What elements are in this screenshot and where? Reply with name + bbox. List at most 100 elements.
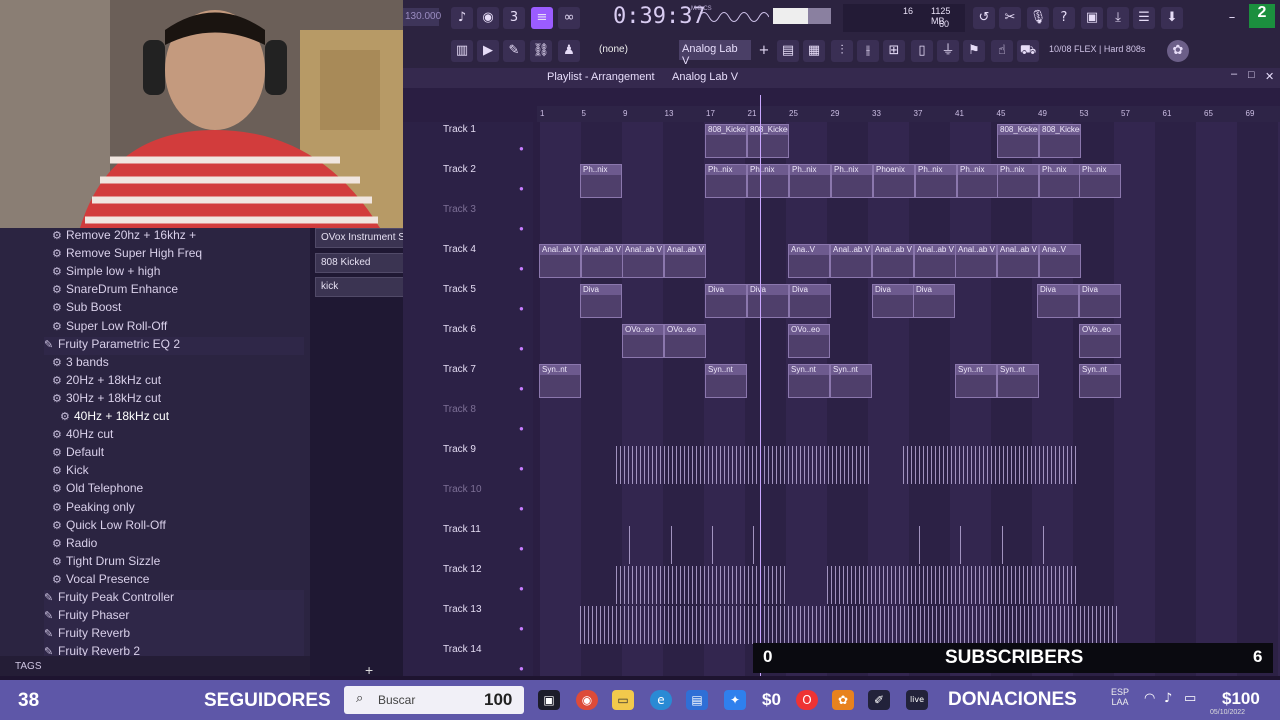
pattern-clip[interactable]: Ana..V (788, 244, 830, 278)
pattern-clip[interactable]: Syn..nt (705, 364, 747, 398)
audio-clip[interactable] (629, 526, 633, 564)
track-mute-icon[interactable]: ● (519, 504, 524, 513)
browser-preset-item[interactable]: ⚙ Super Low Roll-Off (52, 319, 302, 337)
browser-preset-item[interactable]: ⚙ Simple low + high (52, 264, 302, 282)
pattern-clip[interactable]: Anal..ab V (872, 244, 914, 278)
chrome-icon[interactable]: ◉ (576, 690, 598, 710)
audio-clip[interactable] (753, 526, 757, 564)
minimize-icon[interactable]: – (1231, 68, 1237, 80)
master-volume[interactable] (773, 8, 831, 24)
browser-preset-item[interactable]: ⚙ Vocal Presence (52, 572, 302, 590)
undo-icon[interactable]: ↺ (973, 7, 995, 29)
notification-badge[interactable]: 2 (1249, 4, 1275, 28)
pattern-clip[interactable]: 808_Kicked (1039, 124, 1081, 158)
tags-bar[interactable]: TAGS (0, 656, 310, 676)
pattern-clip[interactable]: Ph..nix (1039, 164, 1081, 198)
pattern-clip[interactable]: Anal..ab V (955, 244, 997, 278)
pattern-clip[interactable]: Phoenix (873, 164, 915, 198)
blend-notes-icon[interactable]: ≡ (531, 7, 553, 29)
minimize-icon[interactable]: – (1221, 7, 1243, 29)
browser-preset-item[interactable]: ⚙ Kick (52, 463, 302, 481)
browser-preset-item[interactable]: ⚙ Quick Low Roll-Off (52, 518, 302, 536)
track-mute-icon[interactable]: ● (519, 304, 524, 313)
close-icon[interactable]: ✕ (1265, 70, 1274, 83)
file-icon[interactable]: ▯ (911, 40, 933, 62)
edge-icon[interactable]: e (650, 690, 672, 710)
tempo-display[interactable]: 130.000 (403, 8, 441, 26)
pattern-selector[interactable]: (none) (599, 44, 628, 55)
audio-clip[interactable] (919, 526, 923, 564)
pattern-clip[interactable]: Ph..nix (831, 164, 873, 198)
live-icon[interactable]: live (906, 690, 928, 710)
track-mute-icon[interactable]: ● (519, 144, 524, 153)
browser-preset-item[interactable]: ⚙ Sub Boost (52, 300, 302, 318)
pattern-clip[interactable]: Ph..nix (747, 164, 789, 198)
piano-roll-icon[interactable]: ▥ (451, 40, 473, 62)
audio-clip[interactable] (616, 566, 788, 604)
pattern-clip[interactable]: Ph..nix (997, 164, 1039, 198)
track-mute-icon[interactable]: ● (519, 224, 524, 233)
track-header[interactable]: Track 2 ● (443, 164, 533, 204)
browser-preset-item[interactable]: ⚙ Old Telephone (52, 481, 302, 499)
pattern-clip[interactable]: Syn..nt (1079, 364, 1121, 398)
track-mute-icon[interactable]: ● (519, 384, 524, 393)
add-channel-icon[interactable]: + (365, 662, 373, 678)
pattern-clip[interactable]: Anal..ab V (581, 244, 623, 278)
record-icon[interactable]: ◉ (477, 7, 499, 29)
track-header[interactable]: Track 1 ● (443, 124, 533, 164)
audio-clip[interactable] (616, 446, 871, 484)
track-header[interactable]: Track 3 ● (443, 204, 533, 244)
chat-icon[interactable]: ☰ (1133, 7, 1155, 29)
track-mute-icon[interactable]: ● (519, 584, 524, 593)
pattern-clip[interactable]: 808_Kicked (705, 124, 747, 158)
browser-plugin-item[interactable]: ✎ Fruity Reverb (44, 626, 304, 645)
browser-preset-item[interactable]: ⚙ Default (52, 445, 302, 463)
pattern-clip[interactable]: Ph..nix (1079, 164, 1121, 198)
track-mute-icon[interactable]: ● (519, 664, 524, 673)
pattern-clip[interactable]: Ph..nix (705, 164, 747, 198)
wifi-icon[interactable]: ◠ (1144, 691, 1155, 706)
track-mute-icon[interactable]: ● (519, 264, 524, 273)
pattern-clip[interactable]: Ph..nix (915, 164, 957, 198)
pattern-clip[interactable]: 808_Kicked (997, 124, 1039, 158)
store-icon[interactable]: ▤ (686, 690, 708, 710)
pattern-clip[interactable]: Ph..nix (957, 164, 999, 198)
track-header[interactable]: Track 4 ● (443, 244, 533, 284)
fl-logo-icon[interactable]: ✿ (1167, 40, 1189, 62)
audio-clip[interactable] (671, 526, 675, 564)
pattern-clip[interactable]: Anal..ab V (664, 244, 706, 278)
pattern-clip[interactable]: Diva (872, 284, 914, 318)
news-ticker[interactable]: 10/08 FLEX | Hard 808s (1049, 44, 1145, 54)
pattern-clip[interactable]: Syn..nt (997, 364, 1039, 398)
browser-preset-item[interactable]: ⚙ Radio (52, 536, 302, 554)
track-header[interactable]: Track 14 ● (443, 644, 533, 684)
save-icon[interactable]: ▣ (1081, 7, 1103, 29)
pattern-clip[interactable]: Diva (913, 284, 955, 318)
pattern-clip[interactable]: Ana..V (1039, 244, 1081, 278)
structure-icon[interactable]: ⊞ (883, 40, 905, 62)
channel-rack-icon[interactable]: ▦ (803, 40, 825, 62)
track-mute-icon[interactable]: ● (519, 544, 524, 553)
render-icon[interactable]: ⤓ (1107, 7, 1129, 29)
pattern-clip[interactable]: 808_Kicked (747, 124, 789, 158)
plugin-selector[interactable]: Analog Lab V (679, 40, 751, 67)
pattern-clip[interactable]: OVo..eo (664, 324, 706, 358)
link-icon[interactable]: ⛓ (530, 40, 552, 62)
pattern-clip[interactable]: Anal..ab V (830, 244, 872, 278)
pattern-clip[interactable]: Anal..ab V (997, 244, 1039, 278)
track-header[interactable]: Track 7 ● (443, 364, 533, 404)
track-header[interactable]: Track 9 ● (443, 444, 533, 484)
track-header[interactable]: Track 8 ● (443, 404, 533, 444)
pattern-clip[interactable]: Diva (747, 284, 789, 318)
folder-icon[interactable]: ▭ (612, 690, 634, 710)
pattern-clip[interactable]: Ph..nix (789, 164, 831, 198)
tool-icon[interactable]: ✐ (868, 690, 890, 710)
pattern-clip[interactable]: Syn..nt (539, 364, 581, 398)
plug-icon[interactable]: ⏚ (937, 40, 959, 62)
pattern-clip[interactable]: Diva (580, 284, 622, 318)
browser-preset-item[interactable]: ⚙ Peaking only (52, 500, 302, 518)
loop-icon[interactable]: ∞ (558, 7, 580, 29)
audio-clip[interactable] (827, 566, 1077, 604)
track-mute-icon[interactable]: ● (519, 184, 524, 193)
browser-preset-item[interactable]: ⚙ 40Hz cut (52, 427, 302, 445)
